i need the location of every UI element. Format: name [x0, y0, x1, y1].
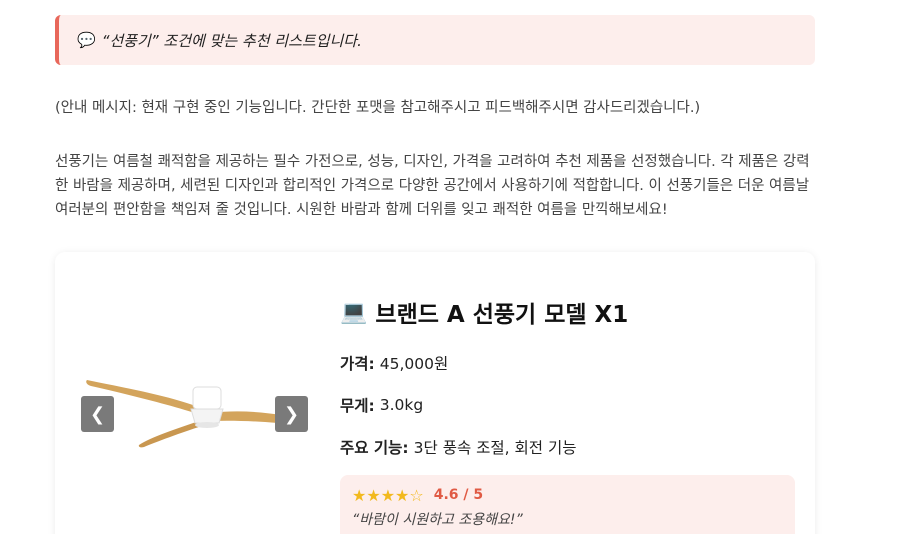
stars-filled: ★★★★	[352, 485, 410, 505]
carousel-next-button[interactable]: ❯	[275, 396, 308, 432]
rating-score: 4.6 / 5	[433, 487, 484, 503]
weight-row: 무게: 3.0kg	[340, 384, 795, 426]
carousel-prev-button[interactable]: ❮	[81, 396, 114, 432]
product-title: 💻 브랜드 A 선풍기 모델 X1	[340, 292, 795, 332]
features-value: 3단 풍속 조절, 회전 기능	[413, 439, 577, 457]
price-value: 45,000원	[379, 355, 449, 373]
review-box: ★★★★☆ 4.6 / 5 “바람이 시원하고 조용해요!”	[340, 475, 795, 534]
star-rating: ★★★★☆	[352, 486, 424, 505]
intro-description: 선풍기는 여름철 쾌적함을 제공하는 필수 가전으로, 성능, 디자인, 가격을…	[55, 154, 810, 218]
laptop-icon: 💻	[340, 299, 368, 325]
weight-value: 3.0kg	[379, 396, 424, 414]
product-info: 💻 브랜드 A 선풍기 모델 X1 가격: 45,000원 무게: 3.0kg …	[340, 292, 795, 468]
recommendation-banner: 💬 “선풍기” 조건에 맞는 추천 리스트입니다.	[55, 15, 815, 65]
price-label: 가격:	[340, 355, 375, 373]
stars-empty: ☆	[409, 485, 424, 505]
notice-message: (안내 메시지: 현재 구현 중인 기능입니다. 간단한 포맷을 참고해주시고 …	[55, 100, 701, 116]
product-image-carousel: ❮ ❯	[81, 367, 309, 457]
rating-row: ★★★★☆ 4.6 / 5	[352, 485, 783, 505]
speech-balloon-icon: 💬	[77, 31, 96, 49]
price-row: 가격: 45,000원	[340, 342, 795, 384]
banner-text: “선풍기” 조건에 맞는 추천 리스트입니다.	[101, 31, 362, 50]
weight-label: 무게:	[340, 397, 375, 415]
product-card: ❮ ❯ 💻 브랜드 A 선풍기 모델 X1 가격: 45,000원 무게: 3.…	[55, 252, 815, 534]
review-quote: “바람이 시원하고 조용해요!”	[352, 512, 523, 528]
page: 💬 “선풍기” 조건에 맞는 추천 리스트입니다. (안내 메시지: 현재 구현…	[0, 0, 912, 534]
product-name: 브랜드 A 선풍기 모델 X1	[375, 302, 629, 328]
features-row: 주요 기능: 3단 풍속 조절, 회전 기능	[340, 426, 795, 468]
features-label: 주요 기능:	[340, 439, 409, 457]
